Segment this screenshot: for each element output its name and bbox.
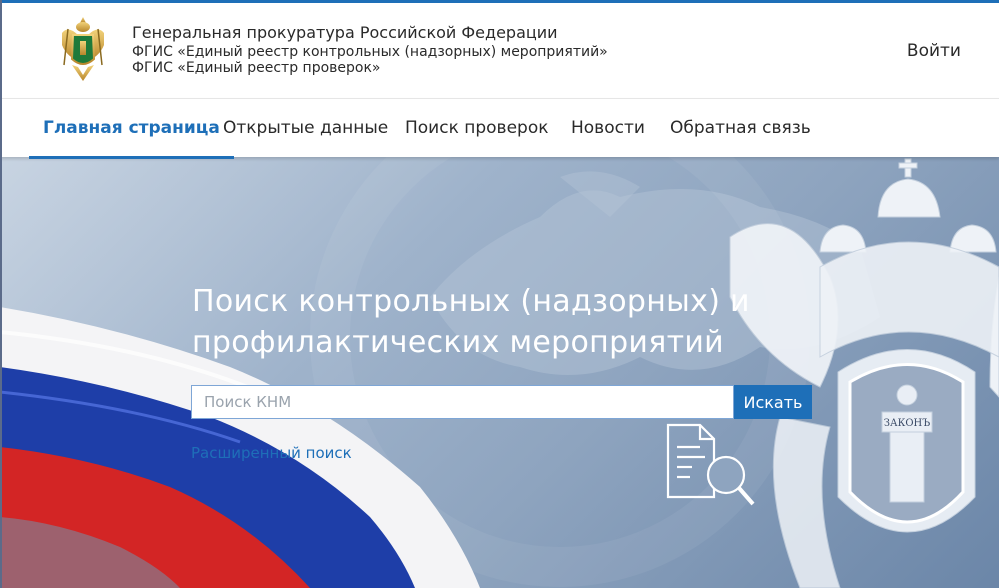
nav-item-feedback[interactable]: Обратная связь (670, 99, 811, 156)
hero-title-line-2: профилактических мероприятий (192, 325, 724, 360)
org-subtitle-1: ФГИС «Единый реестр контрольных (надзорн… (132, 44, 608, 60)
site-header: Генеральная прокуратура Российской Федер… (0, 0, 999, 98)
search-button[interactable]: Искать (734, 385, 812, 419)
nav-item-inspection-search[interactable]: Поиск проверок (405, 99, 549, 156)
emblem-icon[interactable] (58, 15, 108, 87)
nav-item-news[interactable]: Новости (571, 99, 645, 156)
hero-title-line-1: Поиск контрольных (надзорных) и (192, 284, 750, 319)
hero-banner: ЗАКОНЪ Поиск контрольных (надзорных) и п… (0, 157, 999, 588)
nav-item-home[interactable]: Главная страница (29, 99, 234, 159)
hero-background-graphic: ЗАКОНЪ (0, 157, 999, 588)
main-navigation: Главная страница Открытые данные Поиск п… (0, 98, 999, 159)
org-title: Генеральная прокуратура Российской Федер… (132, 23, 558, 42)
window-edge (0, 0, 2, 588)
advanced-search-link[interactable]: Расширенный поиск (191, 444, 352, 462)
nav-item-open-data[interactable]: Открытые данные (223, 99, 388, 156)
org-subtitle-2: ФГИС «Единый реестр проверок» (132, 60, 381, 76)
emblem-law-text: ЗАКОНЪ (884, 418, 930, 429)
login-link[interactable]: Войти (907, 41, 961, 61)
page: Генеральная прокуратура Российской Федер… (0, 0, 999, 588)
organization-titles: Генеральная прокуратура Российской Федер… (132, 23, 608, 76)
hero-title: Поиск контрольных (надзорных) и профилак… (192, 281, 750, 363)
search-input[interactable] (191, 385, 734, 419)
